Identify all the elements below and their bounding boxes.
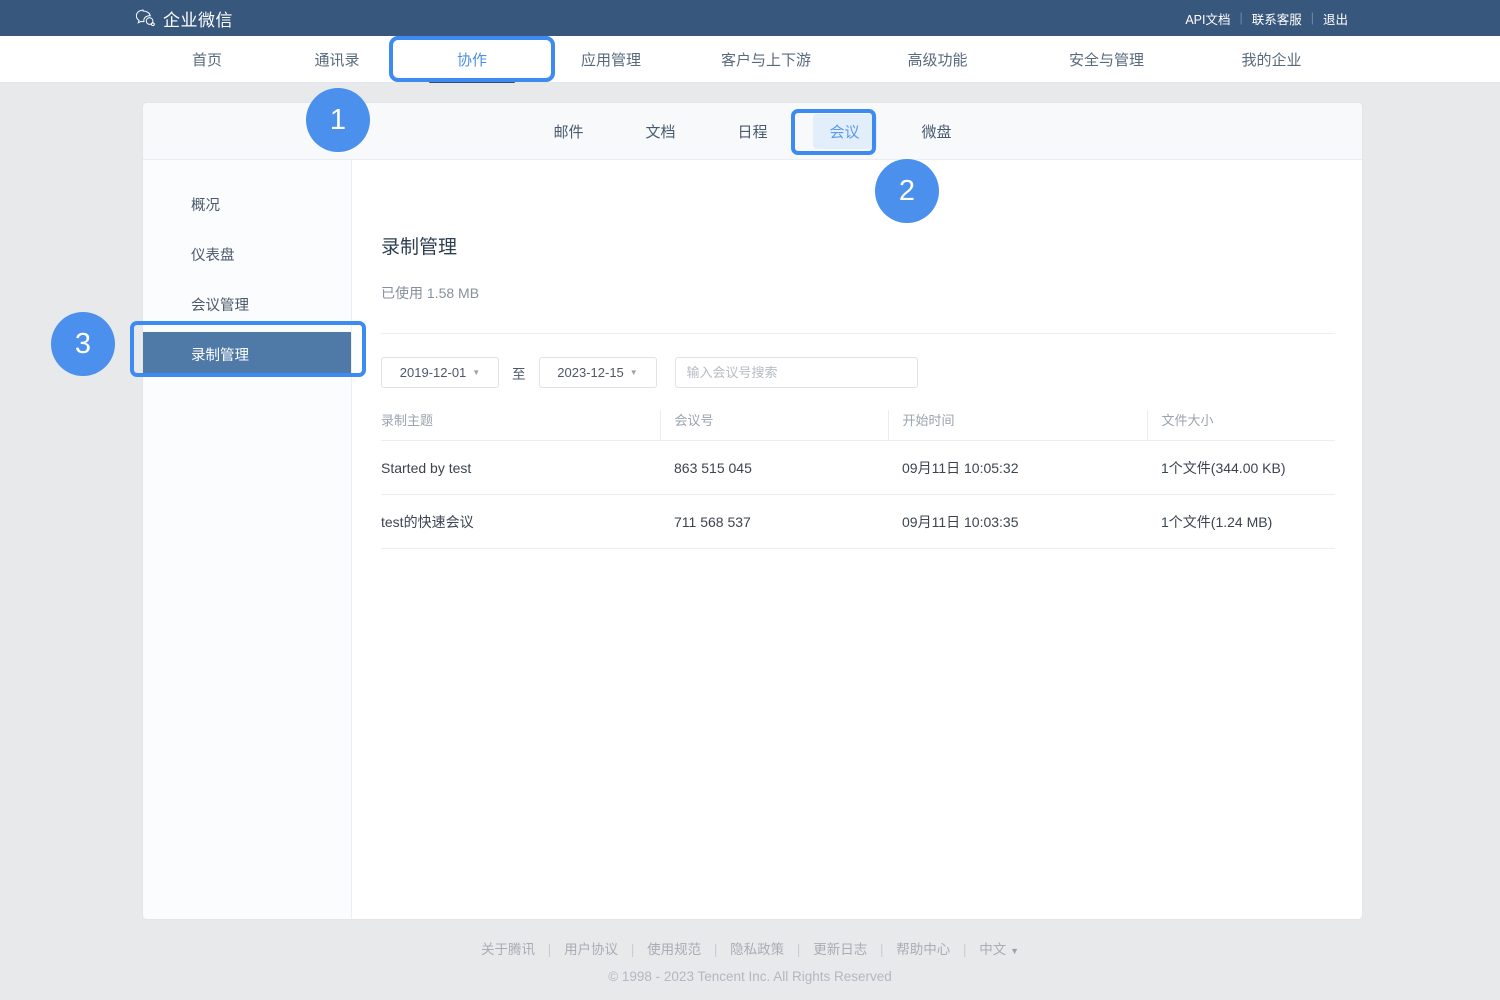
footer-link-help-center[interactable]: 帮助中心 [896, 942, 950, 957]
content-area: 录制管理 已使用 1.58 MB 2019-12-01 ▼ 至 2023-12-… [352, 160, 1362, 919]
cell-topic: test的快速会议 [381, 494, 660, 549]
footer-separator: | [963, 942, 967, 957]
tab-schedule[interactable]: 日程 [720, 114, 784, 149]
tab-mail[interactable]: 邮件 [536, 114, 600, 149]
sidebar-item-overview[interactable]: 概况 [143, 182, 351, 226]
page-title: 录制管理 [381, 237, 458, 258]
footer: 关于腾讯 | 用户协议 | 使用规范 | 隐私政策 | 更新日志 | 帮助中心 … [0, 938, 1500, 984]
nav-item-home[interactable]: 首页 [143, 36, 271, 82]
top-bar: 企业微信 API文档 | 联系客服 | 退出 [0, 0, 1500, 36]
main-nav-inner: 首页 通讯录 协作 应用管理 客户与上下游 高级功能 安全与管理 我的企业 [143, 36, 1393, 82]
nav-item-advanced[interactable]: 高级功能 [851, 36, 1024, 82]
cell-meeting-id: 863 515 045 [660, 440, 888, 495]
column-header-topic: 录制主题 [381, 410, 660, 441]
logout-link[interactable]: 退出 [1323, 9, 1348, 28]
footer-link-about-tencent[interactable]: 关于腾讯 [481, 942, 535, 957]
nav-item-contacts[interactable]: 通讯录 [271, 36, 403, 82]
copyright-text: © 1998 - 2023 Tencent Inc. All Rights Re… [608, 969, 892, 984]
sidebar-item-dashboard[interactable]: 仪表盘 [143, 232, 351, 276]
contact-support-link[interactable]: 联系客服 [1252, 9, 1302, 28]
date-from-value: 2019-12-01 [399, 365, 467, 380]
content-divider [381, 333, 1335, 334]
footer-link-changelog[interactable]: 更新日志 [813, 942, 867, 957]
date-to-value: 2023-12-15 [557, 365, 624, 380]
chevron-down-icon: ▼ [1010, 946, 1019, 956]
chevron-down-icon: ▼ [629, 367, 638, 377]
brand[interactable]: 企业微信 [134, 6, 233, 31]
date-range-separator: 至 [512, 366, 526, 382]
language-selector[interactable]: 中文 ▼ [979, 942, 1019, 957]
tab-meeting[interactable]: 会议 [812, 113, 877, 149]
footer-separator: | [547, 942, 552, 957]
sidebar-item-meeting-management[interactable]: 会议管理 [143, 282, 351, 326]
storage-usage-label: 已使用 1.58 MB [381, 285, 480, 301]
table-header-row: 录制主题 会议号 开始时间 文件大小 [381, 410, 1335, 441]
footer-separator: | [713, 942, 718, 957]
chevron-down-icon: ▼ [472, 367, 481, 377]
nav-item-app-management[interactable]: 应用管理 [541, 36, 681, 82]
search-input[interactable] [674, 357, 918, 388]
wecom-chat-logo-icon [135, 9, 155, 27]
main-card: 邮件 文档 日程 会议 微盘 概况 仪表盘 会议管理 录制管理 录制管理 已使用… [143, 103, 1362, 919]
footer-links: 关于腾讯 | 用户协议 | 使用规范 | 隐私政策 | 更新日志 | 帮助中心 … [0, 938, 1500, 958]
api-doc-link[interactable]: API文档 [1185, 9, 1230, 28]
cell-start-time: 09月11日 10:03:35 [888, 494, 1147, 549]
topbar-separator: | [1239, 11, 1243, 25]
language-label: 中文 [979, 942, 1007, 957]
main-navigation: 首页 通讯录 协作 应用管理 客户与上下游 高级功能 安全与管理 我的企业 [0, 36, 1500, 83]
nav-item-my-company[interactable]: 我的企业 [1189, 36, 1354, 82]
annotation-badge-1: 1 [306, 88, 370, 152]
nav-item-security[interactable]: 安全与管理 [1024, 36, 1189, 82]
cell-start-time: 09月11日 10:05:32 [888, 440, 1147, 495]
nav-item-customers[interactable]: 客户与上下游 [681, 36, 851, 82]
footer-link-user-agreement[interactable]: 用户协议 [564, 942, 618, 957]
tab-docs[interactable]: 文档 [628, 114, 692, 149]
cell-file-size: 1个文件(344.00 KB) [1147, 440, 1335, 495]
column-header-start-time: 开始时间 [887, 410, 1147, 441]
app-page: 企业微信 API文档 | 联系客服 | 退出 首页 通讯录 协作 应用管理 客户… [0, 0, 1500, 1000]
topbar-separator: | [1310, 11, 1314, 25]
footer-link-privacy-policy[interactable]: 隐私政策 [730, 942, 784, 957]
cell-file-size: 1个文件(1.24 MB) [1147, 494, 1335, 549]
filter-bar: 2019-12-01 ▼ 至 2023-12-15 ▼ [381, 357, 1335, 388]
tab-microdisk[interactable]: 微盘 [905, 114, 969, 149]
footer-separator: | [796, 942, 801, 957]
column-header-file-size: 文件大小 [1146, 410, 1335, 441]
nav-item-collaboration[interactable]: 协作 [403, 36, 541, 82]
footer-link-usage-rules[interactable]: 使用规范 [647, 942, 701, 957]
annotation-badge-3: 3 [51, 312, 115, 376]
table-row[interactable]: test的快速会议 711 568 537 09月11日 10:03:35 1个… [381, 494, 1335, 549]
cell-topic: Started by test [381, 440, 660, 495]
footer-separator: | [630, 942, 635, 957]
sidebar-item-recording-management[interactable]: 录制管理 [143, 332, 351, 376]
recording-table: 录制主题 会议号 开始时间 文件大小 Started by test 863 5… [381, 410, 1335, 549]
table-head: 录制主题 会议号 开始时间 文件大小 [381, 410, 1335, 441]
sidebar: 概况 仪表盘 会议管理 录制管理 [143, 160, 352, 919]
footer-separator: | [879, 942, 884, 957]
cell-meeting-id: 711 568 537 [660, 494, 888, 549]
topbar-links: API文档 | 联系客服 | 退出 [1185, 9, 1348, 28]
annotation-badge-2: 2 [875, 159, 939, 223]
table-body: Started by test 863 515 045 09月11日 10:05… [381, 440, 1335, 549]
card-body: 概况 仪表盘 会议管理 录制管理 录制管理 已使用 1.58 MB 2019-1… [143, 160, 1362, 919]
table-row[interactable]: Started by test 863 515 045 09月11日 10:05… [381, 440, 1335, 495]
column-header-meeting-id: 会议号 [659, 410, 888, 441]
date-to-picker[interactable]: 2023-12-15 ▼ [538, 357, 657, 388]
date-from-picker[interactable]: 2019-12-01 ▼ [381, 357, 499, 388]
brand-label: 企业微信 [163, 10, 233, 30]
